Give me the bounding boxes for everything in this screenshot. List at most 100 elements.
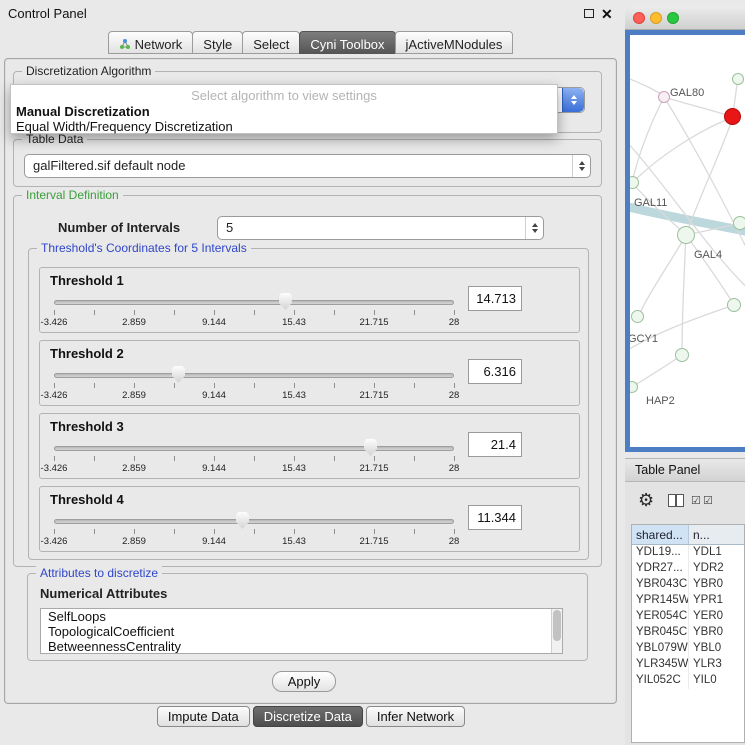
network-frame: GAL80 GAL11 GAL4 GCY1 HAP2	[625, 30, 745, 452]
slider-track[interactable]	[54, 300, 454, 305]
combobox-stepper-icon[interactable]	[572, 155, 590, 177]
top-tab-bar: Network Style Select Cyni Toolbox jActiv…	[0, 31, 622, 54]
table-row[interactable]: YDR27...YDR2	[632, 561, 744, 577]
list-scrollbar[interactable]	[551, 609, 562, 653]
table-row[interactable]: YDL19...YDL1	[632, 545, 744, 561]
table-cell: YER054C	[632, 609, 689, 625]
network-node[interactable]	[675, 348, 689, 362]
threshold-slider[interactable]: -3.4262.8599.14415.4321.71528	[54, 438, 454, 478]
slider-scale-label: 21.715	[359, 463, 388, 474]
threshold-value-input[interactable]	[468, 505, 522, 530]
column-header-shared-name[interactable]: shared...	[632, 525, 689, 544]
node-label: GAL11	[634, 197, 667, 209]
threshold-value-input[interactable]	[468, 286, 522, 311]
attribute-list-item[interactable]: SelfLoops	[41, 609, 562, 624]
table-row[interactable]: YER054CYER0	[632, 609, 744, 625]
num-intervals-combobox[interactable]: 5	[217, 216, 544, 240]
tab-label: Select	[253, 37, 289, 52]
threshold-value-input[interactable]	[468, 359, 522, 384]
network-node[interactable]	[733, 216, 745, 230]
apply-button[interactable]: Apply	[272, 671, 336, 692]
network-node[interactable]	[727, 298, 741, 312]
column-header-name[interactable]: n...	[689, 525, 744, 544]
slider-scale-label: -3.426	[41, 536, 68, 547]
network-window-titlebar	[625, 6, 745, 30]
tab-label: Style	[203, 37, 232, 52]
network-node[interactable]	[631, 310, 644, 323]
combobox-stepper-icon[interactable]	[562, 88, 584, 112]
algorithm-option-equal-width[interactable]: Equal Width/Frequency Discretization	[11, 119, 557, 134]
combobox-stepper-icon[interactable]	[525, 217, 543, 239]
slider-thumb[interactable]	[364, 439, 377, 456]
threshold-slider[interactable]: -3.4262.8599.14415.4321.71528	[54, 292, 454, 332]
threshold-value-input[interactable]	[468, 432, 522, 457]
table-cell: YBR043C	[632, 577, 689, 593]
network-node[interactable]	[732, 73, 744, 85]
slider-scale-label: 2.859	[122, 463, 146, 474]
table-cell: YER0	[689, 609, 744, 625]
table-header-row: shared... n...	[632, 525, 744, 545]
tab-select[interactable]: Select	[242, 31, 300, 54]
scrollbar-thumb[interactable]	[553, 610, 561, 641]
tab-style[interactable]: Style	[192, 31, 243, 54]
numerical-attributes-label: Numerical Attributes	[40, 586, 167, 601]
tab-infer-network[interactable]: Infer Network	[366, 706, 465, 727]
slider-scale-label: -3.426	[41, 463, 68, 474]
table-cell: YDR2	[689, 561, 744, 577]
table-row[interactable]: YBL079WYBL0	[632, 641, 744, 657]
algorithm-dropdown-popup: Select algorithm to view settings Manual…	[10, 84, 558, 134]
table-cell: YPR1	[689, 593, 744, 609]
checkbox-icon[interactable]: ☑	[703, 495, 713, 507]
node-label: GAL80	[670, 87, 704, 99]
zoom-button[interactable]	[667, 12, 679, 24]
tab-network[interactable]: Network	[108, 31, 194, 54]
slider-scale-label: 15.43	[282, 317, 306, 328]
table-cell: YDL19...	[632, 545, 689, 561]
slider-thumb[interactable]	[172, 366, 185, 383]
table-cell: YLR345W	[632, 657, 689, 673]
network-node-selected[interactable]	[724, 108, 741, 125]
slider-track[interactable]	[54, 519, 454, 524]
slider-thumb[interactable]	[279, 293, 292, 310]
tab-discretize-data[interactable]: Discretize Data	[253, 706, 363, 727]
tab-label: Network	[135, 37, 183, 52]
network-node[interactable]	[658, 91, 670, 103]
slider-thumb[interactable]	[236, 512, 249, 529]
table-row[interactable]: YPR145WYPR1	[632, 593, 744, 609]
tab-jactivemnodules[interactable]: jActiveMNodules	[395, 31, 514, 54]
float-window-icon[interactable]	[584, 9, 594, 18]
threshold-slider[interactable]: -3.4262.8599.14415.4321.71528	[54, 511, 454, 551]
threshold-slider[interactable]: -3.4262.8599.14415.4321.71528	[54, 365, 454, 405]
numerical-attributes-list[interactable]: SelfLoopsTopologicalCoefficientBetweenne…	[40, 608, 563, 654]
slider-scale-label: -3.426	[41, 390, 68, 401]
attributes-group: Attributes to discretize Numerical Attri…	[27, 573, 588, 661]
table-cell: YBL0	[689, 641, 744, 657]
table-row[interactable]: YIL052CYIL0	[632, 673, 744, 689]
algorithm-option-manual[interactable]: Manual Discretization	[11, 104, 557, 119]
gear-icon[interactable]: ⚙	[638, 489, 654, 511]
table-row[interactable]: YBR043CYBR0	[632, 577, 744, 593]
close-icon[interactable]: ✕	[601, 4, 613, 24]
table-cell: YBR045C	[632, 625, 689, 641]
table-row[interactable]: YBR045CYBR0	[632, 625, 744, 641]
slider-track[interactable]	[54, 446, 454, 451]
minimize-button[interactable]	[650, 12, 662, 24]
attribute-list-item[interactable]: BetweennessCentrality	[41, 639, 562, 654]
slider-scale-label: 2.859	[122, 317, 146, 328]
attribute-list-item[interactable]: TopologicalCoefficient	[41, 624, 562, 639]
slider-track[interactable]	[54, 373, 454, 378]
network-canvas[interactable]: GAL80 GAL11 GAL4 GCY1 HAP2	[630, 35, 745, 447]
close-button[interactable]	[633, 12, 645, 24]
table-data-combobox[interactable]: galFiltered.sif default node	[24, 154, 591, 178]
tab-cyni-toolbox[interactable]: Cyni Toolbox	[299, 31, 395, 54]
threshold-label: Threshold 2	[50, 346, 124, 361]
table-row[interactable]: YLR345WYLR3	[632, 657, 744, 673]
slider-scale-label: 28	[449, 317, 460, 328]
columns-icon[interactable]	[668, 494, 684, 507]
threshold-panel: Threshold 3 -3.4262.8599.14415.4321.7152…	[39, 413, 580, 479]
slider-scale-label: 9.144	[202, 317, 226, 328]
network-node[interactable]	[677, 226, 695, 244]
tab-impute-data[interactable]: Impute Data	[157, 706, 250, 727]
tab-label: Cyni Toolbox	[310, 37, 384, 52]
checkbox-icon[interactable]: ☑	[691, 495, 701, 507]
